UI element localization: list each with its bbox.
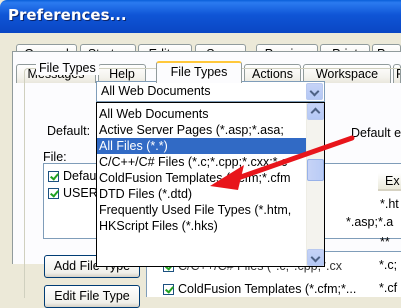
extension-value: *.cf (379, 281, 398, 295)
list-item[interactable]: Defau (48, 168, 96, 184)
scrollbar-thumb[interactable] (307, 159, 324, 181)
default-combobox-value: All Web Documents (101, 84, 211, 98)
group-label: File Types (36, 61, 99, 75)
dropdown-option[interactable]: Active Server Pages (*.asp;*.asa; (97, 122, 307, 138)
row-checkbox[interactable] (48, 171, 59, 182)
dropdown-option[interactable]: All Web Documents (97, 106, 307, 122)
list-item-label: ColdFusion Templates (*.cfm;*... (178, 282, 357, 296)
dropdown-option[interactable]: Frequently Used File Types (*.htm, (97, 202, 307, 218)
dropdown-option[interactable]: ColdFusion Templates (*.cfm;*.cfm (97, 170, 307, 186)
list-item-label: Defau (63, 169, 97, 183)
extension-value: *.ht (380, 197, 399, 211)
combobox-dropdown-button[interactable] (306, 83, 323, 100)
extension-value: *.asp;*.a (346, 215, 394, 229)
tab-file-types[interactable]: File Types (156, 61, 242, 83)
list-item[interactable]: ColdFusion Templates (*.cfm;*... (163, 281, 356, 297)
dropdown-option-selected[interactable]: All Files (*.*) (97, 138, 307, 154)
row-checkbox[interactable] (163, 284, 174, 295)
title-bar[interactable]: Preferences... (0, 0, 401, 33)
default-dropdown-list[interactable]: All Web Documents Active Server Pages (*… (96, 102, 325, 267)
row-checkbox[interactable] (48, 188, 59, 199)
default-label: Default: (47, 124, 91, 138)
chevron-up-icon (310, 107, 321, 118)
file-label: File: (43, 150, 67, 164)
default-combobox[interactable]: All Web Documents (96, 81, 325, 102)
chevron-down-icon (309, 86, 320, 97)
extensions-column-header[interactable]: Ex (378, 173, 401, 191)
dropdown-option[interactable]: DTD Files (*.dtd) (97, 186, 307, 202)
default-editor-label: Default e (351, 126, 401, 140)
list-item-label: USER (63, 186, 98, 200)
dropdown-option[interactable]: HKScript Files (*.hks) (97, 218, 307, 234)
extension-value: *.c; (379, 258, 398, 272)
dropdown-option[interactable]: C/C++/C# Files (*.c;*.cpp;*.cxx;*.c (97, 154, 307, 170)
scroll-down-button[interactable] (307, 249, 324, 266)
window-title: Preferences... (8, 6, 127, 24)
scroll-up-button[interactable] (307, 103, 324, 120)
extension-value: ** (380, 235, 390, 249)
chevron-down-icon (310, 252, 321, 263)
dropdown-scrollbar[interactable] (306, 103, 324, 266)
list-item[interactable]: USER (48, 185, 98, 201)
